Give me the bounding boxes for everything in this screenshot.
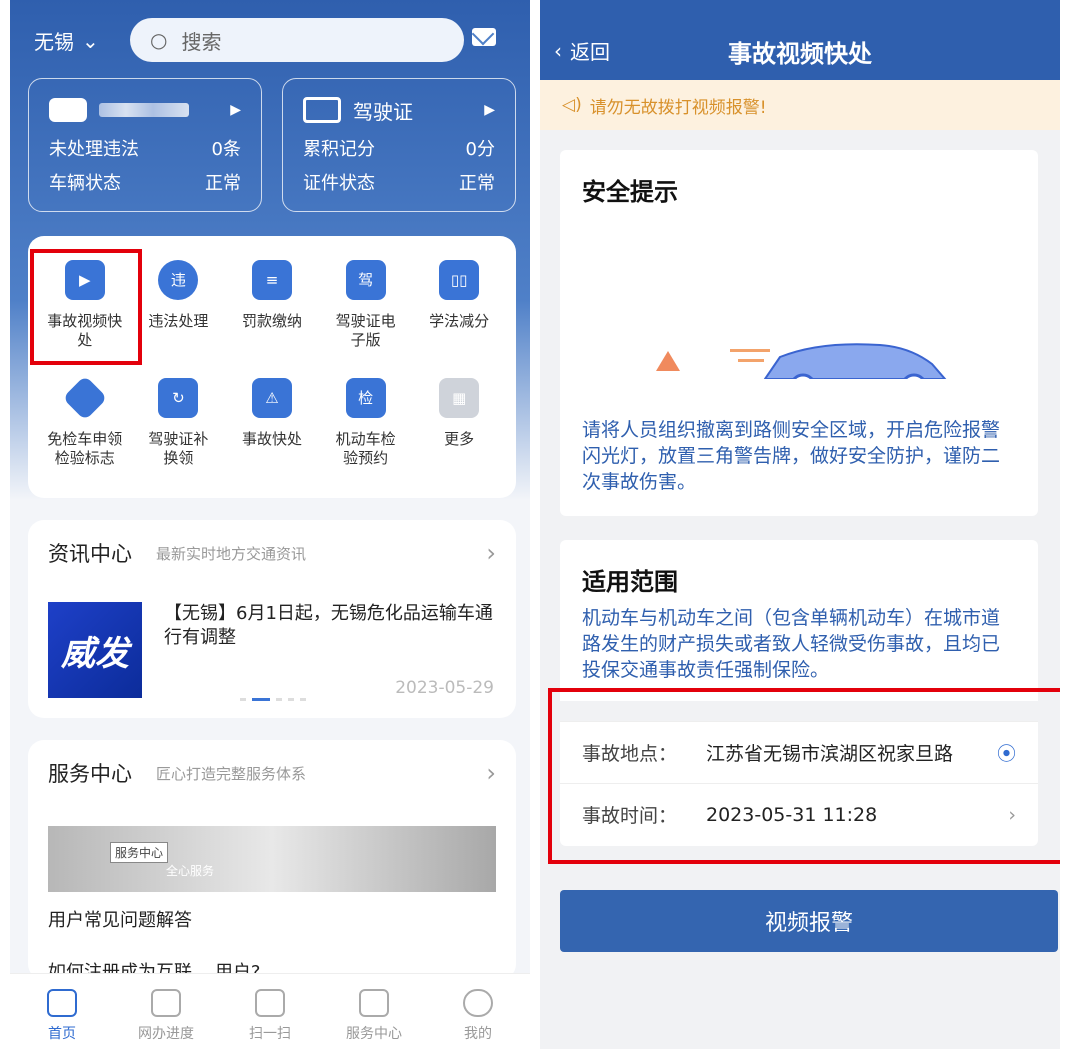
highlight-box	[548, 688, 1060, 864]
grid-label: 驾驶证补换领	[148, 430, 209, 467]
scope-title: 适用范围	[582, 568, 678, 596]
more-grid-icon: ▦	[439, 378, 480, 418]
news-panel[interactable]: 资讯中心 最新实时地方交通资讯 › 威发 【无锡】6月1日起，无锡危化品运输车通行有…	[28, 520, 516, 718]
monitor-icon	[151, 989, 181, 1017]
license-renew-icon: ↻	[158, 378, 199, 418]
book-icon: ▯▯	[439, 260, 480, 300]
grid-item-fine[interactable]: ≡ 罚款缴纳	[225, 254, 319, 372]
violation-label: 未处理违法	[49, 139, 139, 160]
tab-label: 我的	[464, 1026, 492, 1042]
right-phone-screen: ‹ 返回 事故视频快处 ◁) 请勿无故拨打视频报警! 安全提示 请将人员组织撤离到路…	[540, 0, 1060, 1049]
nav-bar: ‹ 返回 事故视频快处	[540, 0, 1060, 80]
vehicle-status-value: 正常	[205, 173, 241, 194]
violation-value: 0条	[211, 139, 241, 160]
grid-label: 事故快处	[241, 430, 302, 448]
news-subtitle: 最新实时地方交通资讯	[156, 544, 307, 563]
banner-tag: 服务中心	[110, 842, 169, 863]
blurred-plate	[99, 103, 189, 117]
faq-link[interactable]: 用户常见问题解答	[48, 906, 192, 932]
city-selector[interactable]: 无锡 ⌄	[34, 26, 99, 55]
violation-search-icon: 违	[158, 260, 199, 300]
grid-item-study[interactable]: ▯▯ 学法减分	[412, 254, 506, 372]
grid-item-more[interactable]: ▦ 更多	[412, 372, 506, 490]
license-card[interactable]: 驾驶证 ▶ 累积记分 0分 证件状态 正常	[282, 78, 516, 212]
safety-title: 安全提示	[582, 178, 678, 206]
grid-label: 违法处理	[148, 312, 209, 330]
car-accident-icon: ⚠	[251, 378, 292, 418]
license-card-title: 驾驶证	[353, 99, 413, 124]
grid-label: 更多	[444, 430, 475, 448]
safety-card: 安全提示 请将人员组织撤离到路侧安全区域，开启危险报警闪光灯，放置三角警告牌，做…	[560, 150, 1038, 516]
city-label: 无锡	[34, 30, 74, 54]
tab-label: 扫一扫	[249, 1026, 291, 1042]
fine-bill-icon: ≡	[251, 260, 292, 300]
tab-scan[interactable]: 扫一扫	[218, 974, 322, 1049]
exempt-badge-icon	[62, 375, 108, 421]
mail-icon[interactable]	[472, 28, 496, 46]
tab-label: 服务中心	[346, 1026, 402, 1042]
tab-progress[interactable]: 网办进度	[114, 974, 218, 1049]
grid-item-violation[interactable]: 违违法处理	[132, 254, 226, 372]
bottom-tab-bar: 首页 网办进度 扫一扫 服务中心 我的	[10, 973, 530, 1049]
carousel-dots	[240, 698, 306, 701]
news-thumbnail[interactable]: 威发	[48, 602, 142, 698]
car-inspect-icon: 检	[345, 378, 386, 418]
chevron-right-icon[interactable]: ›	[486, 759, 496, 787]
highlight-box	[30, 249, 142, 365]
points-label: 累积记分	[303, 139, 375, 160]
news-title: 资讯中心	[48, 542, 132, 566]
chevron-down-icon: ⌄	[82, 28, 99, 53]
handshake-icon	[359, 989, 389, 1017]
search-icon: ○	[150, 28, 168, 52]
id-card-icon	[303, 97, 341, 123]
video-alarm-button[interactable]: 视频报警	[560, 890, 1058, 952]
car-illustration	[656, 343, 947, 379]
scope-text: 机动车与机动车之间（包含单辆机动车）在城市道路发生的财产损失或者致人轻微受伤事故…	[582, 607, 1001, 681]
warning-triangle-icon	[656, 351, 680, 371]
vehicle-card[interactable]: ▶ 未处理违法 0条 车辆状态 正常	[28, 78, 262, 212]
points-value: 0分	[465, 139, 495, 160]
grid-label: 机动车检验预约	[335, 430, 396, 467]
left-phone-screen: 无锡 ⌄ ○ 搜索 ▶ 未处理违法 0条 车辆状态 正常 驾驶证 ▶ 累积记分 0分 证件状…	[10, 0, 530, 1049]
news-headline[interactable]: 【无锡】6月1日起，无锡危化品运输车通行有调整	[164, 602, 504, 650]
car-icon	[49, 98, 87, 122]
arrow-right-icon: ▶	[484, 102, 495, 118]
grid-item-inspect[interactable]: 检机动车检验预约	[319, 372, 413, 490]
service-panel[interactable]: 服务中心匠心打造完整服务体系› 服务中心全心服务 用户常见问题解答 如何注册成为…	[28, 740, 516, 983]
arrow-right-icon: ▶	[230, 102, 241, 118]
grid-label: 罚款缴纳	[241, 312, 302, 330]
grid-item-e-license[interactable]: 驾驾驶证电子版	[319, 254, 413, 372]
grid-item-accident[interactable]: ⚠ 事故快处	[225, 372, 319, 490]
news-date: 2023-05-29	[395, 678, 494, 698]
grid-label: 学法减分	[429, 312, 490, 330]
tab-label: 网办进度	[138, 1026, 194, 1042]
scan-icon	[255, 989, 285, 1017]
tab-service[interactable]: 服务中心	[322, 974, 426, 1049]
grid-label: 驾驶证电子版	[335, 312, 396, 349]
license-status-label: 证件状态	[303, 173, 375, 194]
user-icon	[463, 989, 493, 1017]
banner-caption: 全心服务	[166, 864, 215, 878]
grid-label: 免检车申领检验标志	[47, 430, 123, 467]
warning-notice: ◁) 请勿无故拨打视频报警!	[540, 80, 1060, 130]
tab-home[interactable]: 首页	[10, 974, 114, 1049]
license-status-value: 正常	[459, 173, 495, 194]
chevron-right-icon[interactable]: ›	[486, 539, 496, 567]
service-title: 服务中心	[48, 762, 132, 786]
notice-text: 请勿无故拨打视频报警!	[589, 97, 767, 118]
e-license-icon: 驾	[345, 260, 386, 300]
tab-label: 首页	[48, 1026, 76, 1042]
search-placeholder: 搜索	[181, 29, 222, 54]
speaker-icon: ◁)	[562, 95, 582, 115]
service-subtitle: 匠心打造完整服务体系	[156, 764, 307, 783]
service-banner[interactable]: 服务中心 全心服务	[48, 826, 496, 892]
tab-mine[interactable]: 我的	[426, 974, 530, 1049]
search-input[interactable]: ○ 搜索	[130, 18, 464, 62]
grid-item-exempt[interactable]: 免检车申领检验标志	[38, 372, 132, 490]
home-icon	[47, 989, 77, 1017]
page-title: 事故视频快处	[728, 40, 872, 68]
grid-item-license-renew[interactable]: ↻ 驾驶证补换领	[132, 372, 226, 490]
safety-text: 请将人员组织撤离到路侧安全区域，开启危险报警闪光灯，放置三角警告牌，做好安全防护…	[582, 419, 1001, 493]
vehicle-status-label: 车辆状态	[49, 173, 121, 194]
